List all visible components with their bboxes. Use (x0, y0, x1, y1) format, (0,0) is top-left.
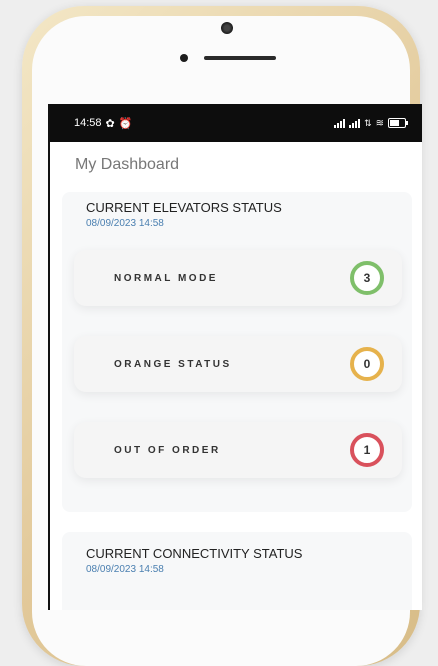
section-title: CURRENT CONNECTIVITY STATUS (86, 546, 303, 561)
status-bar: 14:58 ✿ ⏰ ⇅ ≋ (50, 104, 422, 142)
alarm-icon: ⏰ (118, 117, 133, 130)
count-badge: 0 (350, 347, 384, 381)
status-time: 14:58 (74, 117, 102, 129)
battery-icon (388, 118, 408, 128)
signal-icon (334, 118, 346, 128)
section-date: 08/09/2023 14:58 (86, 218, 164, 229)
status-row-normal-mode[interactable]: NORMAL MODE 3 (74, 250, 402, 306)
wifi-icon: ≋ (375, 117, 384, 129)
phone-screen: 14:58 ✿ ⏰ ⇅ ≋ My Dashboard CURRENT ELEVA… (48, 104, 422, 610)
section-date: 08/09/2023 14:58 (86, 564, 164, 575)
section-title: CURRENT ELEVATORS STATUS (86, 200, 282, 215)
status-label: OUT OF ORDER (114, 444, 221, 456)
connectivity-status-card: CURRENT CONNECTIVITY STATUS 08/09/2023 1… (62, 532, 412, 610)
status-row-orange-status[interactable]: ORANGE STATUS 0 (74, 336, 402, 392)
status-label: NORMAL MODE (114, 272, 218, 284)
elevators-status-card: CURRENT ELEVATORS STATUS 08/09/2023 14:5… (62, 192, 412, 512)
page-title: My Dashboard (75, 156, 180, 173)
notification-icon: ✿ (105, 117, 115, 130)
front-camera (221, 22, 233, 34)
signal-icon (349, 118, 361, 128)
data-icon: ⇅ (364, 117, 372, 128)
status-row-out-of-order[interactable]: OUT OF ORDER 1 (74, 422, 402, 478)
earpiece-speaker (204, 56, 276, 60)
count-badge: 3 (350, 261, 384, 295)
proximity-sensor (180, 54, 188, 62)
count-badge: 1 (350, 433, 384, 467)
status-label: ORANGE STATUS (114, 358, 232, 370)
